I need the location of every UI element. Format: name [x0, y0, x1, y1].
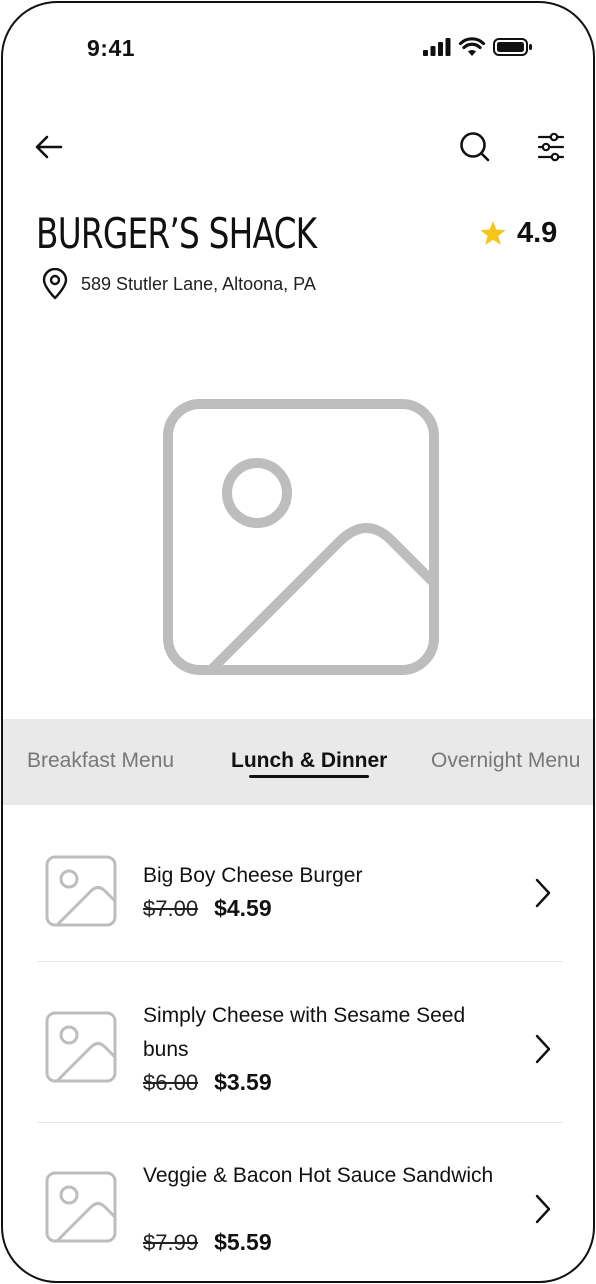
image-placeholder-icon — [163, 399, 439, 675]
sliders-icon — [537, 132, 565, 162]
new-price: $5.59 — [214, 1229, 272, 1255]
list-item[interactable]: Veggie & Bacon Hot Sauce Sandwich $7.99 … — [37, 1143, 563, 1273]
address-text: 589 Stutler Lane, Altoona, PA — [81, 273, 316, 294]
filter-button[interactable] — [531, 127, 571, 167]
back-button[interactable] — [29, 127, 69, 167]
star-icon — [480, 221, 506, 245]
image-placeholder-icon — [45, 855, 117, 927]
old-price: $7.00 — [143, 896, 199, 921]
old-price: $7.99 — [143, 1230, 199, 1255]
image-placeholder-icon — [45, 1011, 117, 1083]
chevron-right-icon — [535, 1194, 551, 1224]
phone-frame: 9:41 BURGER’S SHACK 4.9 589 Stutler Lane… — [1, 1, 595, 1283]
search-button[interactable] — [455, 127, 495, 167]
item-thumbnail — [45, 1171, 117, 1248]
battery-icon — [493, 38, 532, 56]
map-pin-icon — [42, 268, 68, 300]
item-name: Veggie & Bacon Hot Sauce Sandwich — [143, 1164, 494, 1187]
status-time: 9:41 — [87, 35, 136, 61]
rating: 4.9 — [479, 217, 557, 250]
wifi-icon — [459, 37, 485, 56]
item-name: Big Boy Cheese Burger — [143, 864, 363, 887]
tab-overnight-menu[interactable]: Overnight Menu — [431, 749, 580, 773]
list-item[interactable]: Big Boy Cheese Burger $7.00 $4.59 — [37, 843, 563, 943]
new-price: $3.59 — [214, 1069, 272, 1095]
tab-lunch-dinner[interactable]: Lunch & Dinner — [231, 749, 387, 773]
item-thumbnail — [45, 855, 117, 932]
item-name: Simply Cheese with Sesame Seed buns — [143, 1004, 466, 1061]
new-price: $4.59 — [214, 895, 272, 921]
divider — [37, 961, 563, 962]
signal-icon — [423, 38, 451, 56]
arrow-left-icon — [35, 135, 63, 159]
price-row: $6.00 $3.59 — [143, 1069, 272, 1096]
price-row: $7.00 $4.59 — [143, 895, 272, 922]
tab-breakfast-menu[interactable]: Breakfast Menu — [27, 749, 174, 773]
active-tab-indicator — [249, 775, 369, 778]
search-icon — [460, 132, 490, 162]
divider — [37, 1122, 563, 1123]
hero-image — [163, 399, 439, 680]
address-row: 589 Stutler Lane, Altoona, PA — [41, 268, 316, 300]
item-thumbnail — [45, 1011, 117, 1088]
price-row: $7.99 $5.59 — [143, 1229, 272, 1256]
old-price: $6.00 — [143, 1070, 199, 1095]
menu-tabs: Breakfast Menu Lunch & Dinner Overnight … — [3, 719, 593, 805]
chevron-right-icon — [535, 1034, 551, 1064]
image-placeholder-icon — [45, 1171, 117, 1243]
rating-value: 4.9 — [517, 217, 558, 249]
chevron-right-icon — [535, 878, 551, 908]
restaurant-name: BURGER’S SHACK — [36, 209, 317, 258]
status-icons — [423, 37, 533, 57]
list-item[interactable]: Simply Cheese with Sesame Seed buns $6.0… — [37, 983, 563, 1113]
